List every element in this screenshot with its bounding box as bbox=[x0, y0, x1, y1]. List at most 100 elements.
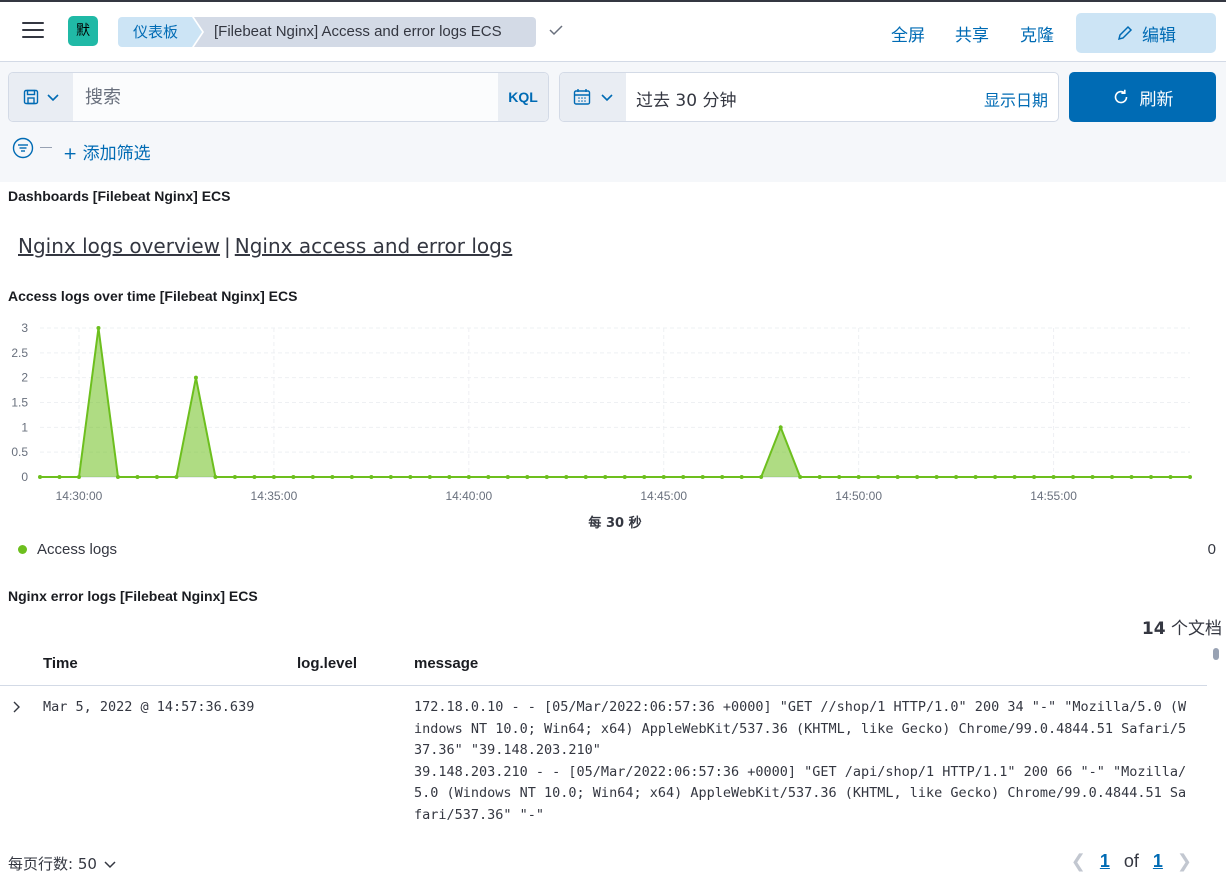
link-nginx-logs-overview[interactable]: Nginx logs overview bbox=[18, 234, 220, 258]
quick-menu-button[interactable] bbox=[560, 73, 626, 121]
table-header-divider bbox=[0, 685, 1207, 686]
data-point bbox=[174, 475, 179, 479]
data-point bbox=[525, 475, 530, 479]
edit-button[interactable]: 编辑 bbox=[1076, 13, 1216, 53]
rows-per-page-select[interactable]: 每页行数: 50 bbox=[8, 853, 117, 874]
data-point bbox=[505, 475, 510, 479]
data-point bbox=[232, 475, 237, 479]
legend-dot bbox=[18, 545, 27, 554]
pencil-icon bbox=[1117, 25, 1133, 41]
saved-query-button[interactable] bbox=[9, 73, 73, 121]
data-point bbox=[57, 475, 62, 479]
data-point bbox=[271, 475, 276, 479]
column-header-message[interactable]: message bbox=[414, 655, 478, 672]
data-point bbox=[76, 475, 81, 479]
space-avatar[interactable]: 默 bbox=[68, 16, 98, 46]
time-range-text[interactable]: 过去 30 分钟 bbox=[636, 86, 736, 111]
table-panel-title: Nginx error logs [Filebeat Nginx] ECS bbox=[8, 588, 258, 604]
data-point bbox=[1110, 475, 1115, 479]
calendar-icon bbox=[573, 89, 591, 105]
data-point bbox=[700, 475, 705, 479]
filter-icon[interactable] bbox=[12, 137, 34, 159]
data-point bbox=[427, 475, 432, 479]
y-tick-label: 1.5 bbox=[11, 396, 28, 410]
share-button[interactable]: 共享 bbox=[955, 21, 989, 46]
prev-page-icon[interactable]: ❮ bbox=[1071, 851, 1086, 872]
doc-count: 14 个文档 bbox=[1142, 614, 1222, 639]
x-tick-label: 14:55:00 bbox=[1030, 489, 1077, 503]
data-point bbox=[759, 475, 764, 479]
data-point bbox=[564, 475, 569, 479]
link-nginx-access-error-logs[interactable]: Nginx access and error logs bbox=[235, 234, 513, 258]
menu-icon[interactable] bbox=[22, 22, 44, 40]
data-point bbox=[1129, 475, 1134, 479]
nav-links: Nginx logs overview | Nginx access and err… bbox=[18, 234, 512, 258]
page-current[interactable]: 1 bbox=[1100, 851, 1110, 872]
refresh-icon bbox=[1114, 89, 1127, 104]
link-separator: | bbox=[224, 234, 231, 258]
edit-button-label: 编辑 bbox=[1142, 25, 1176, 46]
chevron-down-icon bbox=[47, 94, 59, 102]
data-point bbox=[330, 475, 335, 479]
x-axis-label: 每 30 秒 bbox=[588, 515, 641, 531]
data-point bbox=[642, 475, 647, 479]
data-point bbox=[895, 475, 900, 479]
data-point bbox=[447, 475, 452, 479]
chevron-right-icon[interactable] bbox=[10, 700, 24, 714]
column-header-log-level[interactable]: log.level bbox=[297, 655, 357, 672]
scrollbar[interactable] bbox=[1213, 648, 1219, 660]
kql-button[interactable]: KQL bbox=[498, 73, 548, 121]
y-tick-label: 0.5 bbox=[11, 445, 28, 459]
chevron-down-icon bbox=[104, 860, 116, 868]
search-bar: KQL bbox=[8, 72, 549, 122]
search-input[interactable] bbox=[73, 73, 499, 121]
clone-button[interactable]: 克隆 bbox=[1020, 21, 1054, 46]
show-dates-link[interactable]: 显示日期 bbox=[984, 87, 1048, 111]
data-point bbox=[388, 475, 393, 479]
next-page-icon[interactable]: ❯ bbox=[1177, 851, 1192, 872]
data-point bbox=[1168, 475, 1173, 479]
nav-panel-title: Dashboards [Filebeat Nginx] ECS bbox=[8, 188, 231, 204]
legend-label: Access logs bbox=[37, 541, 118, 558]
data-point bbox=[622, 475, 627, 479]
page-total[interactable]: 1 bbox=[1153, 851, 1163, 872]
data-point bbox=[1188, 475, 1192, 479]
fullscreen-button[interactable]: 全屏 bbox=[891, 21, 925, 46]
cell-message: 172.18.0.10 - - [05/Mar/2022:06:57:36 +0… bbox=[414, 697, 1192, 826]
data-point bbox=[291, 475, 296, 479]
data-point bbox=[817, 475, 822, 479]
data-point bbox=[1051, 475, 1056, 479]
doc-count-number: 14 bbox=[1141, 619, 1166, 639]
data-point bbox=[252, 475, 257, 479]
y-tick-label: 0 bbox=[21, 470, 28, 484]
data-point bbox=[603, 475, 608, 479]
breadcrumb-dashboards[interactable]: 仪表板 bbox=[118, 17, 202, 47]
x-tick-label: 14:35:00 bbox=[251, 489, 298, 503]
refresh-button[interactable]: 刷新 bbox=[1069, 72, 1216, 122]
data-point bbox=[408, 475, 413, 479]
column-header-time[interactable]: Time bbox=[43, 655, 78, 672]
data-point bbox=[915, 475, 920, 479]
x-tick-label: 14:40:00 bbox=[445, 489, 492, 503]
data-point bbox=[798, 475, 803, 479]
data-point bbox=[38, 475, 42, 479]
access-logs-chart: 0 0.5 1 1.5 2 2.5 3 14:30:00 14:35:00 14:40:00 14:… bbox=[11, 321, 1192, 531]
data-point bbox=[661, 475, 666, 479]
data-point bbox=[213, 475, 218, 479]
legend-item-access-logs[interactable]: Access logs bbox=[18, 541, 117, 558]
data-point bbox=[1012, 475, 1017, 479]
data-point bbox=[193, 375, 198, 380]
add-filter-button[interactable]: + 添加筛选 bbox=[63, 139, 151, 164]
y-tick-label: 2 bbox=[21, 371, 28, 385]
cell-time: Mar 5, 2022 @ 14:57:36.639 bbox=[43, 699, 255, 715]
check-icon[interactable] bbox=[548, 22, 564, 38]
data-point bbox=[1149, 475, 1154, 479]
data-point bbox=[369, 475, 374, 479]
data-point bbox=[1032, 475, 1037, 479]
date-picker: 过去 30 分钟 显示日期 bbox=[559, 72, 1059, 122]
rows-per-page-label: 每页行数: 50 bbox=[8, 855, 97, 873]
data-point bbox=[720, 475, 725, 479]
save-icon bbox=[23, 89, 39, 105]
x-tick-label: 14:50:00 bbox=[835, 489, 882, 503]
data-point bbox=[583, 475, 588, 479]
